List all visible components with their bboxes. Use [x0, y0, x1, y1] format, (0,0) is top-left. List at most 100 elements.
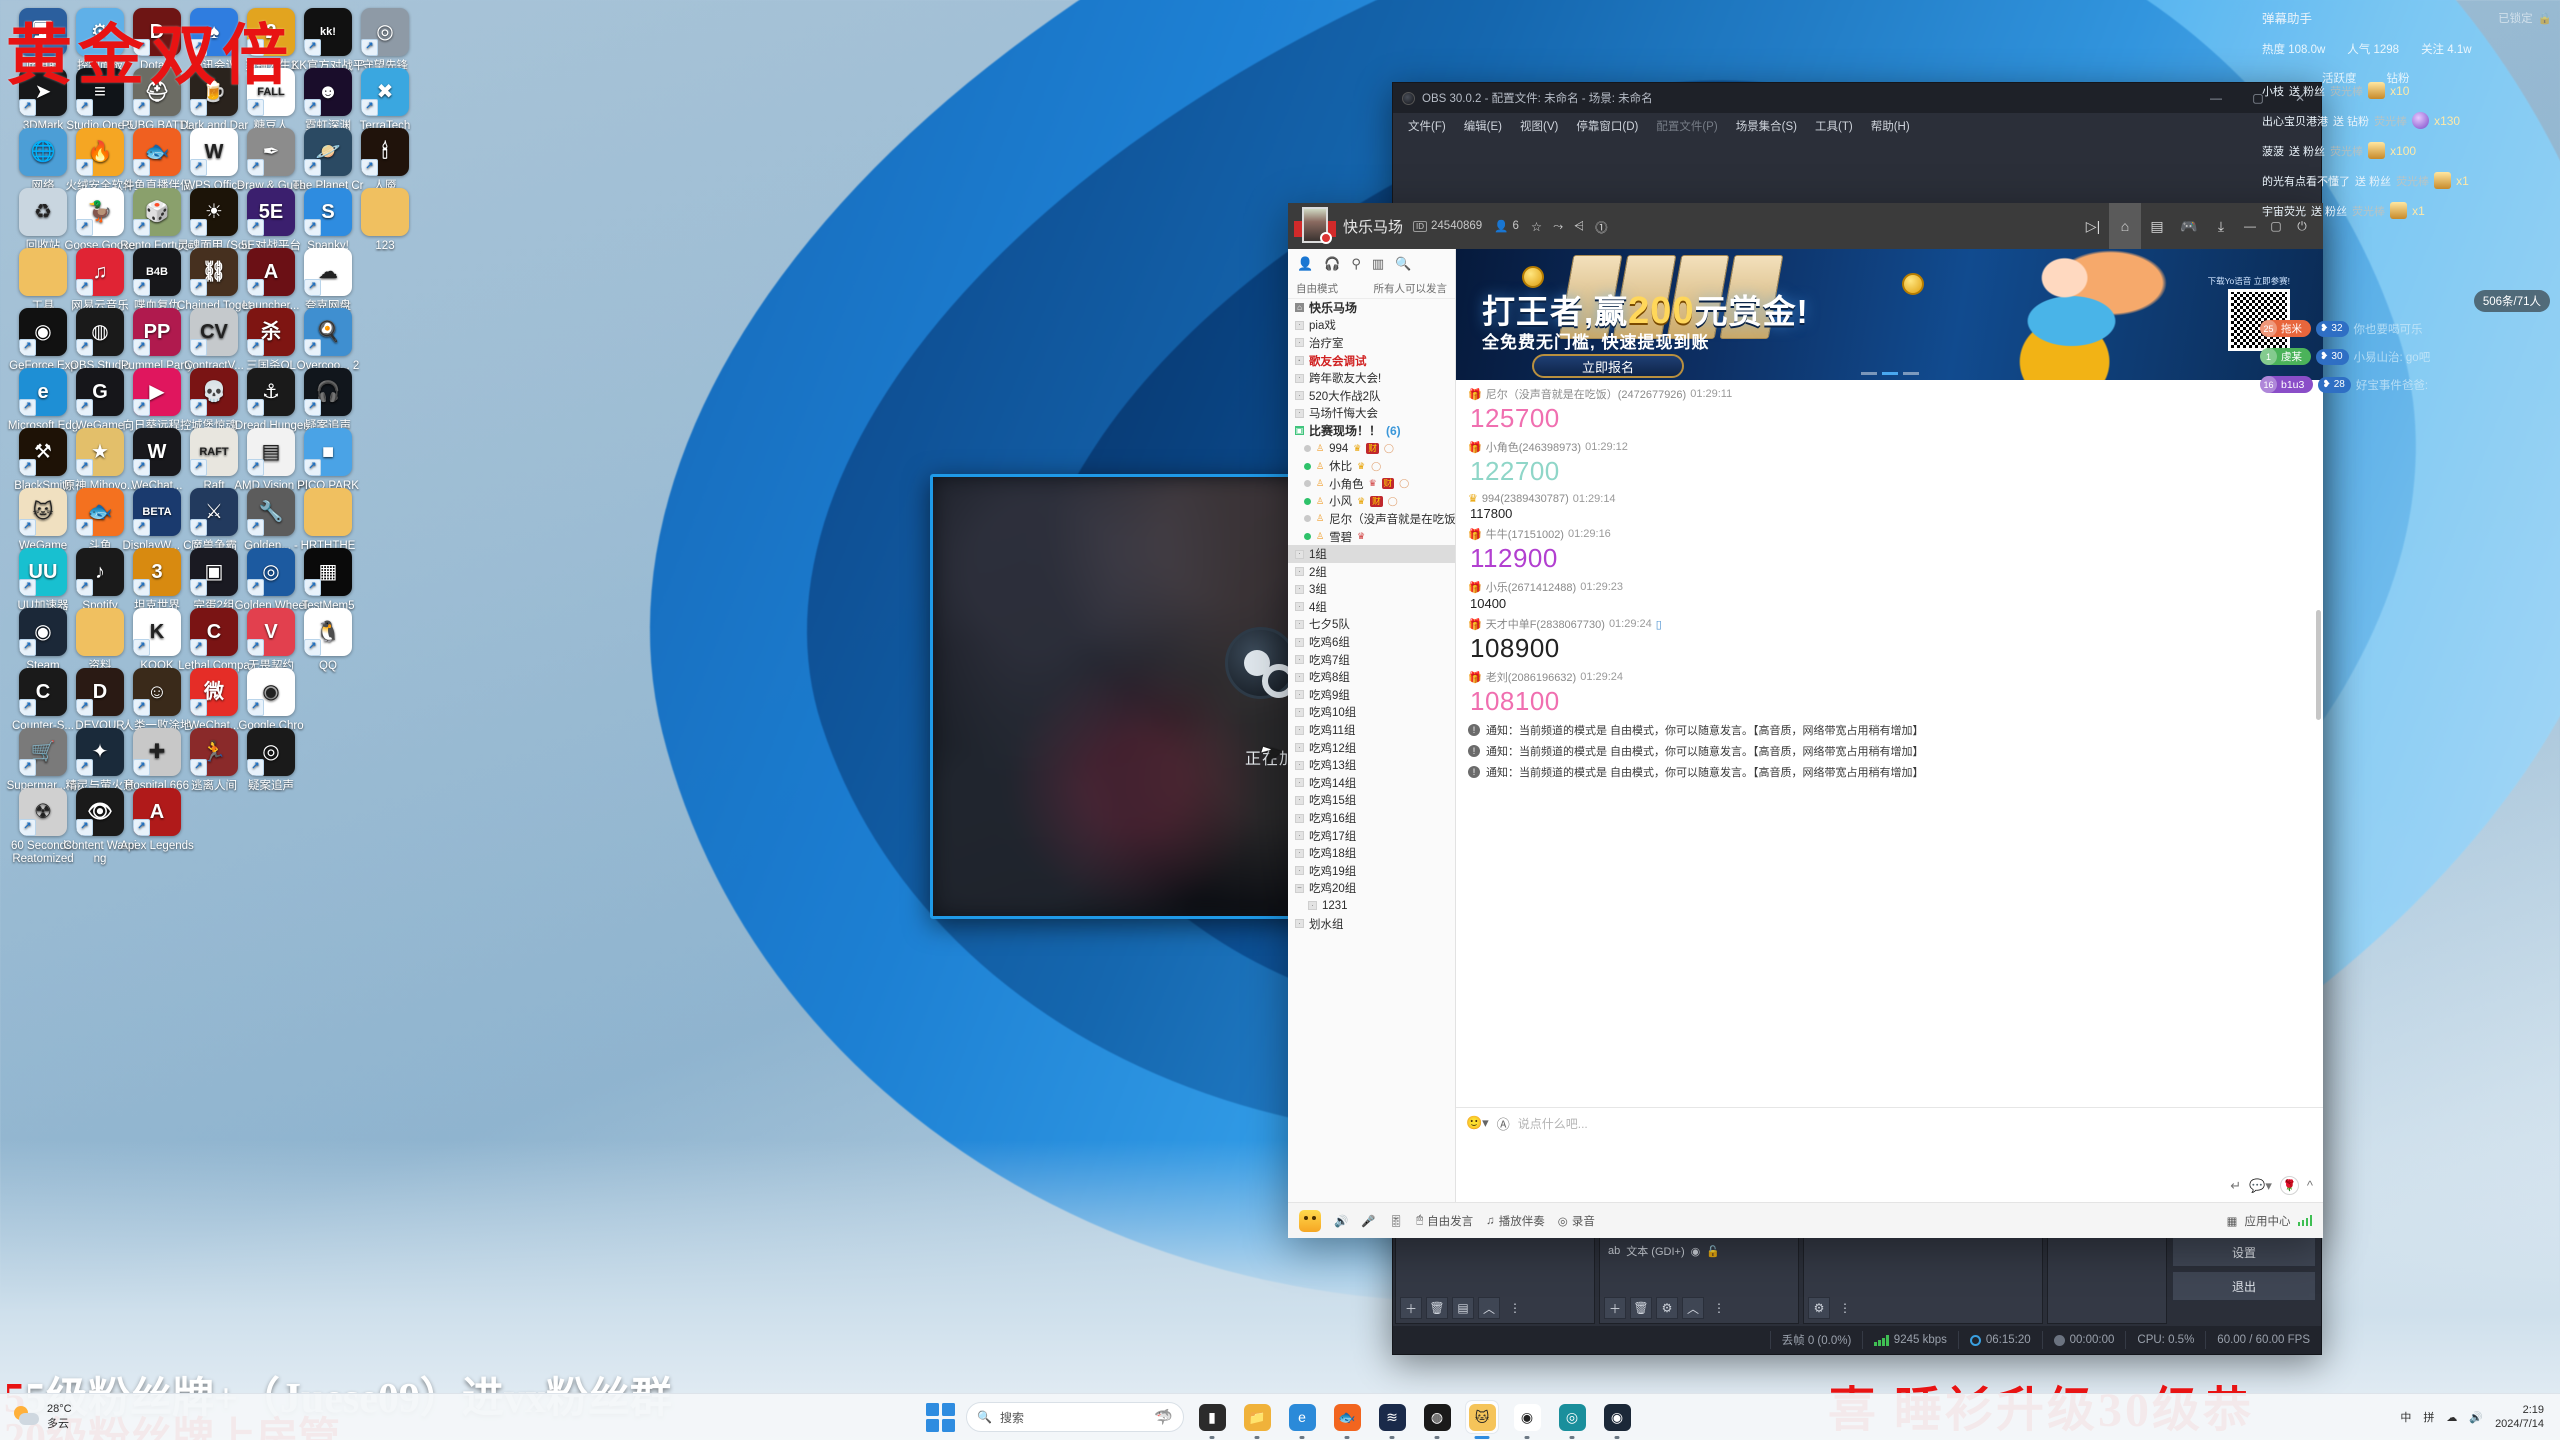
collapse-icon[interactable]: −: [1295, 883, 1304, 893]
channel-item[interactable]: · 七夕5队: [1288, 616, 1455, 634]
chat-message-username[interactable]: 小乐(2671412488): [1486, 579, 1577, 595]
obs-transitions-panel[interactable]: [2047, 1236, 2167, 1324]
channel-node-icon[interactable]: ·: [1295, 743, 1304, 753]
obs-window-controls[interactable]: — ▢ ✕: [2195, 83, 2321, 113]
desktop-icon[interactable]: ☁夸克网盘: [291, 248, 365, 313]
screen-share-icon[interactable]: ▷|: [2077, 203, 2109, 249]
channel-user-item[interactable]: ♙ 休比 ♛ ◯: [1288, 457, 1455, 475]
channel-user-item[interactable]: ♙尼尔（没声音就是在吃饭）♛财: [1288, 510, 1455, 528]
share-node-icon[interactable]: ⩤: [1574, 219, 1584, 234]
channel-node-icon[interactable]: ·: [1295, 619, 1304, 629]
obs-source-tool-button[interactable]: 🗑: [1630, 1297, 1652, 1319]
chat-message-username[interactable]: 天才中单F(2838067730): [1486, 616, 1605, 632]
channel-item[interactable]: ⌂ 快乐马场: [1288, 299, 1455, 317]
taskbar-app-douyu[interactable]: 🐟: [1330, 1400, 1364, 1439]
share-arrow-icon[interactable]: ⤳: [1553, 219, 1563, 234]
desktop-icon[interactable]: HRTHTHE: [291, 488, 365, 553]
search-input[interactable]: 🔍 搜索 🦈: [966, 1402, 1184, 1432]
ad-banner[interactable]: 打王者,赢200元赏金! 全免费无门槛, 快速提现到账 立即报名 下载Yo语音 …: [1456, 249, 2323, 380]
channel-item[interactable]: · 吃鸡9组: [1288, 686, 1455, 704]
channel-node-icon[interactable]: ·: [1295, 672, 1304, 682]
desktop-icon[interactable]: A Apex Legends: [120, 788, 194, 853]
channel-item[interactable]: · 吃鸡12组: [1288, 739, 1455, 757]
channel-node-icon[interactable]: ·: [1295, 866, 1304, 876]
obs-sources-panel[interactable]: ab 文本 (GDI+) ◉ 🔓 ＋ 🗑 ⚙ ︿ ⋮: [1599, 1236, 1799, 1324]
headset-icon[interactable]: 🎧: [1324, 256, 1340, 272]
gamepad-icon[interactable]: 🎮: [2173, 203, 2205, 249]
chat-window-header[interactable]: 快乐马场 ID 24540869 👤 6 ☆ ⤳ ⩤ ⓵ ▷| ⌂ ▤ 🎮 ⤓ …: [1288, 203, 2323, 249]
channel-tree[interactable]: ⌂ 快乐马场 · pia戏 · 治疗室 · 歌友会调试 · 跨年歌友大会! · 520大作战2队 · 马场…: [1288, 299, 1455, 1202]
obs-source-item[interactable]: ab 文本 (GDI+) ◉ 🔓: [1608, 1243, 1720, 1259]
channel-item[interactable]: · 1231: [1288, 897, 1455, 915]
channel-node-icon[interactable]: ·: [1295, 584, 1304, 594]
obs-scene-tool-button[interactable]: ︿: [1478, 1297, 1500, 1319]
desktop-icon[interactable]: ■PICO PARK: [291, 428, 365, 493]
taskbar-app-studio[interactable]: ≋: [1375, 1400, 1409, 1439]
obs-title-bar[interactable]: OBS 30.0.2 - 配置文件: 未命名 - 场景: 未命名 — ▢ ✕: [1393, 83, 2321, 113]
taskbar-weather-widget[interactable]: 28°C 多云: [0, 1403, 230, 1431]
obs-maximize-button[interactable]: ▢: [2237, 83, 2279, 113]
channel-user-item[interactable]: ♙ 雪碧 ♛: [1288, 528, 1455, 546]
info-icon[interactable]: ⓵: [1595, 217, 1608, 236]
obs-scene-tool-button[interactable]: ⋮: [1504, 1297, 1526, 1319]
obs-minimize-button[interactable]: —: [2195, 83, 2237, 113]
obs-mixer-toolbar[interactable]: ⚙ ⋮: [1808, 1297, 1856, 1319]
record-button[interactable]: ◎ 录音: [1558, 1213, 1595, 1229]
send-enter-icon[interactable]: ↵: [2230, 1178, 2241, 1194]
obs-source-tool-button[interactable]: ︿: [1682, 1297, 1704, 1319]
channel-toolbar[interactable]: 👤 🎧 ⚲ ▥ 🔍: [1288, 249, 1455, 279]
chat-message-username[interactable]: 牛牛(17151002): [1486, 526, 1564, 542]
obs-menu-item[interactable]: 工具(T): [1806, 118, 1862, 134]
location-icon[interactable]: ⚲: [1351, 256, 1361, 272]
minimize-to-tray-icon[interactable]: ⤓: [2205, 203, 2237, 249]
search-icon[interactable]: 🔍: [1395, 256, 1411, 272]
channel-user-item[interactable]: ♙ 994 ♛ 财 ◯: [1288, 440, 1455, 458]
chat-message-username[interactable]: 老刘(2086196632): [1486, 669, 1577, 685]
channel-item[interactable]: · 吃鸡13组: [1288, 756, 1455, 774]
pinyin-icon[interactable]: 拼: [2423, 1409, 2434, 1425]
channel-node-icon[interactable]: ·: [1295, 602, 1304, 612]
obs-source-tool-button[interactable]: ⋮: [1708, 1297, 1730, 1319]
emoji-picker-icon[interactable]: 🙂▾: [1466, 1115, 1489, 1131]
desktop-icon[interactable]: 🐧QQ: [291, 608, 365, 673]
chat-minimize-button[interactable]: —: [2237, 203, 2263, 249]
desktop-icon[interactable]: 🍳Overcoo... 2: [291, 308, 365, 373]
channel-item[interactable]: · 4组: [1288, 598, 1455, 616]
obs-menu-bar[interactable]: 文件(F) 编辑(E) 视图(V) 停靠窗口(D) 配置文件(P) 场景集合(S) 工具(T…: [1393, 113, 2321, 139]
obs-controls-panel[interactable]: 设置 退出: [2169, 1234, 2319, 1326]
person-icon[interactable]: 👤: [1297, 256, 1313, 272]
message-list[interactable]: 🎁 尼尔（没声音就是在吃饭）(2472677926) 01:29:11 125700 🎁…: [1456, 380, 2323, 1107]
channel-sidebar[interactable]: 👤 🎧 ⚲ ▥ 🔍 自由模式 所有人可以发言 ⌂ 快乐马场 · pia戏 · 治疗室 · 歌友…: [1288, 249, 1456, 1202]
obs-menu-item[interactable]: 视图(V): [1511, 118, 1567, 134]
taskbar-app-chrome[interactable]: ◉: [1510, 1400, 1544, 1439]
chat-header-actions[interactable]: ▷| ⌂ ▤ 🎮 ⤓ — ▢ ⏻: [2077, 203, 2315, 249]
channel-item[interactable]: · 520大作战2队: [1288, 387, 1455, 405]
channel-item[interactable]: · 吃鸡18组: [1288, 844, 1455, 862]
avatar[interactable]: [1294, 205, 1336, 247]
desktop-icon[interactable]: ✖TerraTech: [348, 68, 422, 133]
desktop-icon[interactable]: ◎ 疑案追声: [234, 728, 308, 793]
obs-close-button[interactable]: ✕: [2279, 83, 2321, 113]
obs-source-tool-button[interactable]: ＋: [1604, 1297, 1626, 1319]
desktop-icon[interactable]: 🎧疑案追声: [291, 368, 365, 433]
speaker-icon[interactable]: 🔊: [2469, 1411, 2483, 1424]
channel-item[interactable]: · 划水组: [1288, 915, 1455, 933]
obs-scene-tool-button[interactable]: ＋: [1400, 1297, 1422, 1319]
obs-menu-item[interactable]: 场景集合(S): [1727, 118, 1806, 134]
obs-menu-item[interactable]: 停靠窗口(D): [1567, 118, 1647, 134]
channel-node-icon[interactable]: ·: [1295, 725, 1304, 735]
taskbar-app-wegame-cat[interactable]: 🐱: [1465, 1400, 1499, 1439]
eye-icon[interactable]: ◉: [1691, 1245, 1701, 1258]
channel-item[interactable]: · 吃鸡8组: [1288, 668, 1455, 686]
taskbar-app-buttons[interactable]: ▮ 📁 e 🐟 ≋ ◍ 🐱 ◉ ◎ ◉: [1195, 1400, 1634, 1439]
obs-scene-toolbar[interactable]: ＋ 🗑 ▤ ︿ ⋮: [1400, 1297, 1526, 1319]
input-actions[interactable]: ↵ 💬▾ 🌹 ^: [2230, 1176, 2313, 1195]
channel-user-item[interactable]: ♙ 小风 ♛ 财 ◯: [1288, 493, 1455, 511]
taskbar-center[interactable]: 🔍 搜索 🦈 ▮ 📁 e 🐟 ≋ ◍ 🐱 ◉ ◎ ◉: [926, 1400, 1634, 1439]
footer-right-actions[interactable]: ▦ 应用中心: [2227, 1213, 2312, 1229]
obs-source-toolbar[interactable]: ＋ 🗑 ⚙ ︿ ⋮: [1604, 1297, 1730, 1319]
mic-icon[interactable]: 🌹: [2279, 1176, 2299, 1195]
obs-menu-item[interactable]: 配置文件(P): [1647, 118, 1726, 134]
obs-menu-item[interactable]: 文件(F): [1399, 118, 1455, 134]
message-input[interactable]: 说点什么吧...: [1518, 1115, 1588, 1132]
